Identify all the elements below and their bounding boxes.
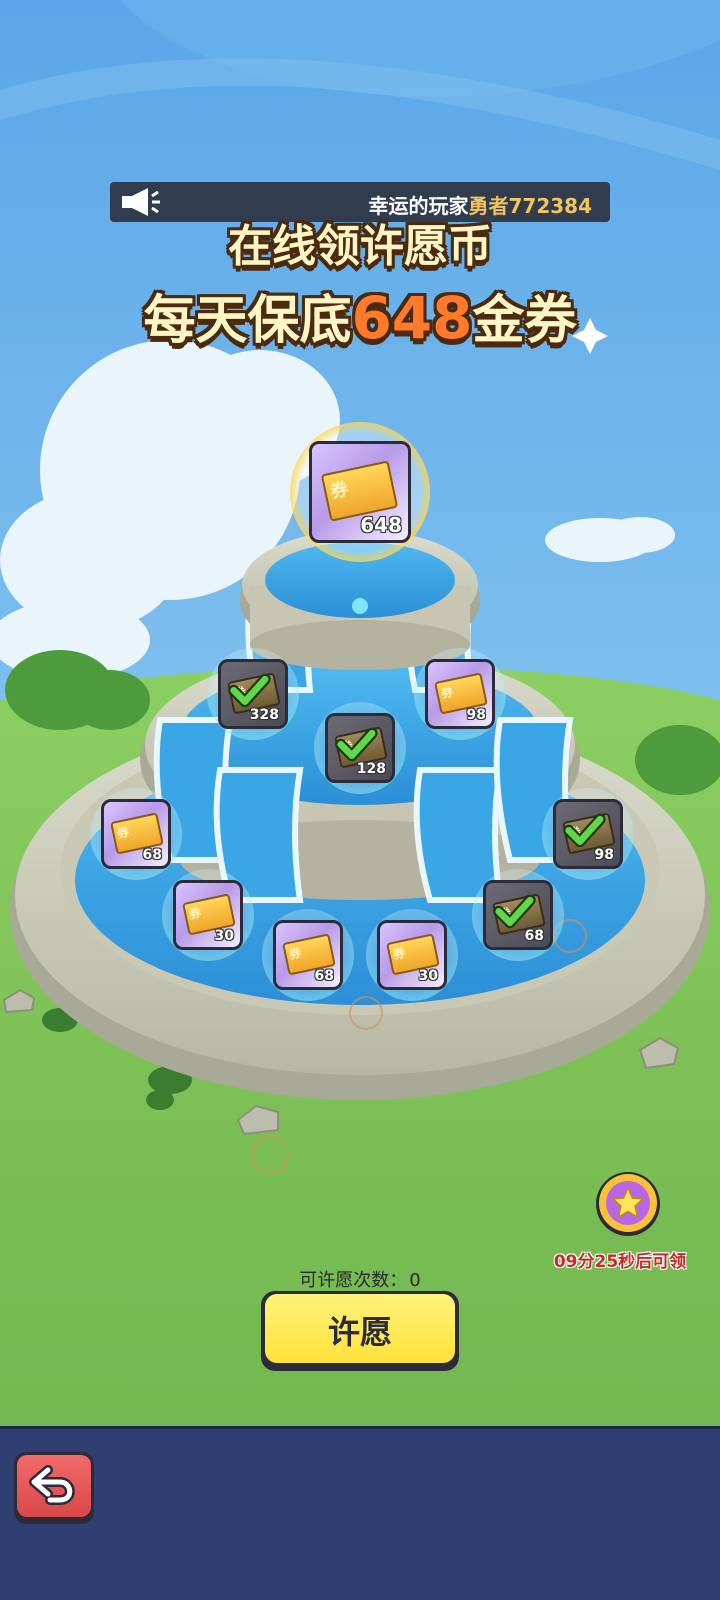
headline-line1: 在线领许愿币 (228, 221, 492, 272)
reward-amount: 648 (360, 513, 402, 537)
reward-card: 券 68 (483, 880, 553, 950)
reward-amount: 30 (418, 968, 438, 984)
wish-count-value: 0 (409, 1270, 421, 1291)
reward-bubble[interactable]: 券 30 (366, 909, 458, 1001)
reward-card: 券 328 (218, 659, 288, 729)
reward-card: 券 128 (325, 713, 395, 783)
wish-count-label: 可许愿次数： (299, 1270, 408, 1291)
headline-guarantee-number: 648 (351, 284, 473, 352)
reward-amount: 68 (524, 928, 544, 944)
reward-card: 券 98 (553, 799, 623, 869)
reward-bubble[interactable]: 券 328 (207, 648, 299, 740)
wish-count: 可许愿次数： 0 (0, 1266, 720, 1292)
game-screen: 幸运的玩家勇者772384 在线领许愿币 每天保底648金券 券 648 券 328 券… (0, 0, 720, 1600)
headline-line2: 每天保底648金券 (0, 278, 720, 353)
reward-bubble[interactable]: 券 30 (162, 869, 254, 961)
reward-amount: 30 (214, 928, 234, 944)
ticket-glyph: 券 (115, 824, 131, 842)
reward-card: 券 68 (273, 920, 343, 990)
reward-amount: 128 (356, 761, 386, 777)
reward-bubble[interactable]: 券 68 (472, 869, 564, 961)
reward-card: 券 30 (173, 880, 243, 950)
star-coin-icon (596, 1172, 660, 1236)
reward-bubble[interactable]: 券 68 (262, 909, 354, 1001)
reward-bubble[interactable]: 券 98 (414, 648, 506, 740)
headline-line2-suffix: 金券 (472, 291, 577, 351)
reward-amount: 98 (594, 847, 614, 863)
ticket-glyph: 券 (328, 478, 351, 503)
star-coin-button[interactable] (594, 1170, 662, 1238)
reward-card: 券 68 (101, 799, 171, 869)
reward-card: 券 648 (309, 441, 411, 543)
reward-bubble[interactable]: 券 128 (314, 702, 406, 794)
back-button[interactable] (14, 1452, 94, 1524)
bottom-bar (0, 1426, 720, 1600)
ticket-glyph: 券 (287, 945, 303, 963)
wish-button[interactable]: 许愿 (261, 1291, 459, 1371)
reward-bubble[interactable]: 券 648 (290, 422, 430, 562)
reward-amount: 68 (314, 968, 334, 984)
ticket-glyph: 券 (439, 684, 455, 702)
reward-amount: 328 (249, 707, 279, 723)
reward-amount: 98 (466, 707, 486, 723)
wish-button-label: 许愿 (327, 1313, 392, 1351)
headline-line2-prefix: 每天保底 (143, 291, 352, 351)
undo-arrow-icon (29, 1465, 75, 1505)
reward-card: 券 98 (425, 659, 495, 729)
reward-card: 券 30 (377, 920, 447, 990)
ticket-glyph: 券 (391, 945, 407, 963)
reward-amount: 68 (142, 847, 162, 863)
ticket-glyph: 券 (187, 905, 203, 923)
reward-bubble[interactable]: 券 68 (90, 788, 182, 880)
reward-bubble[interactable]: 券 98 (542, 788, 634, 880)
